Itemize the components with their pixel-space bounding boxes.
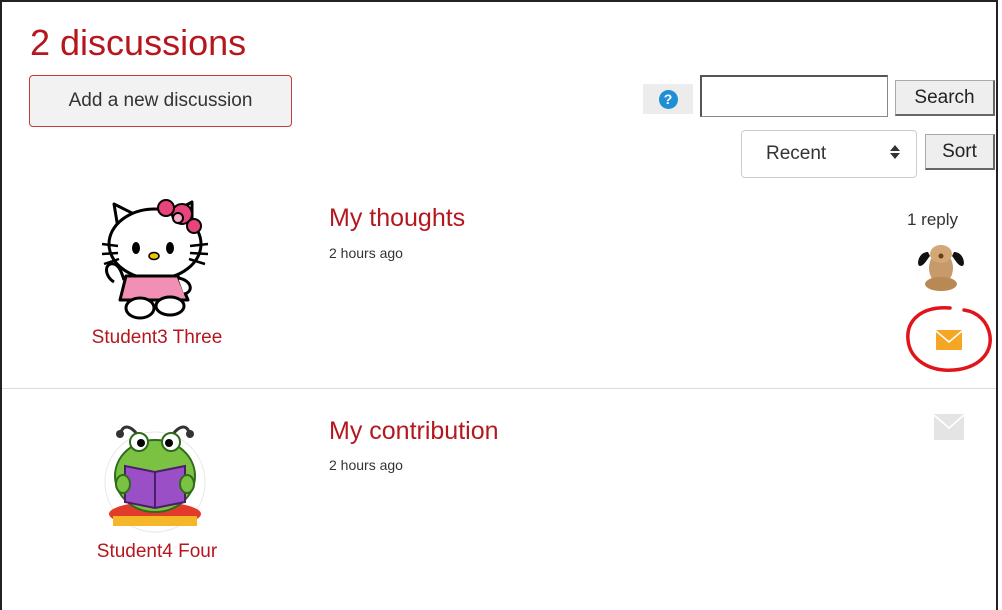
help-icon[interactable]: ? [643,84,693,114]
add-discussion-button[interactable]: Add a new discussion [29,75,292,127]
select-arrows-icon [890,145,900,159]
discussion-title-link[interactable]: My thoughts [329,204,465,233]
sort-button[interactable]: Sort [925,134,995,170]
hello-kitty-avatar-icon[interactable] [100,196,220,321]
search-button[interactable]: Search [895,80,995,116]
discussion-title-link[interactable]: My contribution [329,417,499,446]
page-title: 2 discussions [30,22,247,63]
envelope-icon-inactive[interactable] [932,412,966,442]
reply-count[interactable]: 1 reply [907,210,958,230]
discussion-time: 2 hours ago [329,457,403,473]
question-mark-icon: ? [658,89,678,109]
frog-reading-avatar-icon[interactable] [103,412,208,534]
search-input[interactable] [700,75,888,117]
row-divider [2,388,996,389]
dog-avatar-icon[interactable] [916,238,966,292]
envelope-icon-highlighted[interactable] [902,304,994,374]
sort-select[interactable]: Recent [741,130,917,178]
author-name[interactable]: Student3 Three [47,327,267,349]
author-name[interactable]: Student4 Four [47,541,267,563]
sort-selected-value: Recent [766,143,827,164]
discussion-time: 2 hours ago [329,245,403,261]
